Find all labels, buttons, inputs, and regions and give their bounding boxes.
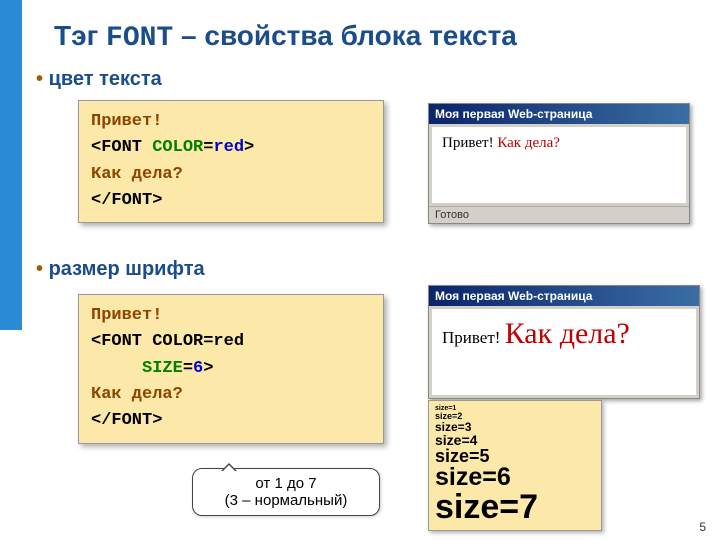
code-text: = — [183, 359, 193, 378]
sample-text: Привет! — [442, 135, 497, 151]
code-text — [91, 359, 142, 378]
code-text: Как дела? — [91, 165, 183, 184]
code-block-size: Привет! <FONT COLOR=red SIZE=6> Как дела… — [78, 294, 384, 444]
size-row: size=7 — [435, 490, 595, 524]
code-block-color: Привет! <FONT COLOR=red> Как дела? </FON… — [78, 100, 384, 223]
code-val: red — [213, 138, 244, 157]
title-mono: FONT — [106, 23, 173, 54]
browser-status: Готово — [429, 206, 689, 223]
browser-preview-1: Моя первая Web-страница Привет! Как дела… — [428, 103, 690, 224]
code-text: </FONT> — [91, 411, 162, 430]
code-text: Привет! — [91, 112, 162, 131]
code-text: </FONT> — [91, 191, 162, 210]
callout-note: от 1 до 7 (3 – нормальный) — [192, 468, 380, 516]
sample-text-red: Как дела? — [497, 135, 560, 151]
callout-line: (3 – нормальный) — [201, 492, 371, 509]
accent-bar — [0, 0, 22, 330]
code-text: Как дела? — [91, 385, 183, 404]
title-pre: Тэг — [54, 20, 106, 51]
code-attr: COLOR — [152, 138, 203, 157]
code-text: > — [203, 359, 213, 378]
code-text: <FONT COLOR=red — [91, 332, 244, 351]
code-text: <FONT — [91, 138, 152, 157]
bullet-size: размер шрифта — [36, 258, 205, 281]
title-post: – свойства блока текста — [173, 20, 517, 51]
sample-text: Привет! — [442, 328, 505, 347]
callout-line: от 1 до 7 — [201, 475, 371, 492]
browser-titlebar: Моя первая Web-страница — [429, 286, 699, 306]
code-val: 6 — [193, 359, 203, 378]
sample-text-big: Как дела? — [505, 317, 630, 350]
page-number: 5 — [699, 520, 706, 534]
bullet-color: цвет текста — [36, 68, 162, 91]
browser-viewport: Привет! Как дела? — [432, 127, 686, 203]
code-text: > — [244, 138, 254, 157]
size-row: size=4 — [435, 433, 595, 447]
code-text: Привет! — [91, 306, 162, 325]
font-sizes-demo: size=1 size=2 size=3 size=4 size=5 size=… — [428, 400, 602, 531]
size-row: size=6 — [435, 465, 595, 490]
code-text: = — [203, 138, 213, 157]
browser-preview-2: Моя первая Web-страница Привет! Как дела… — [428, 285, 700, 399]
page-title: Тэг FONT – свойства блока текста — [54, 20, 517, 54]
browser-titlebar: Моя первая Web-страница — [429, 104, 689, 124]
code-attr: SIZE — [142, 359, 183, 378]
browser-viewport: Привет! Как дела? — [432, 309, 696, 395]
